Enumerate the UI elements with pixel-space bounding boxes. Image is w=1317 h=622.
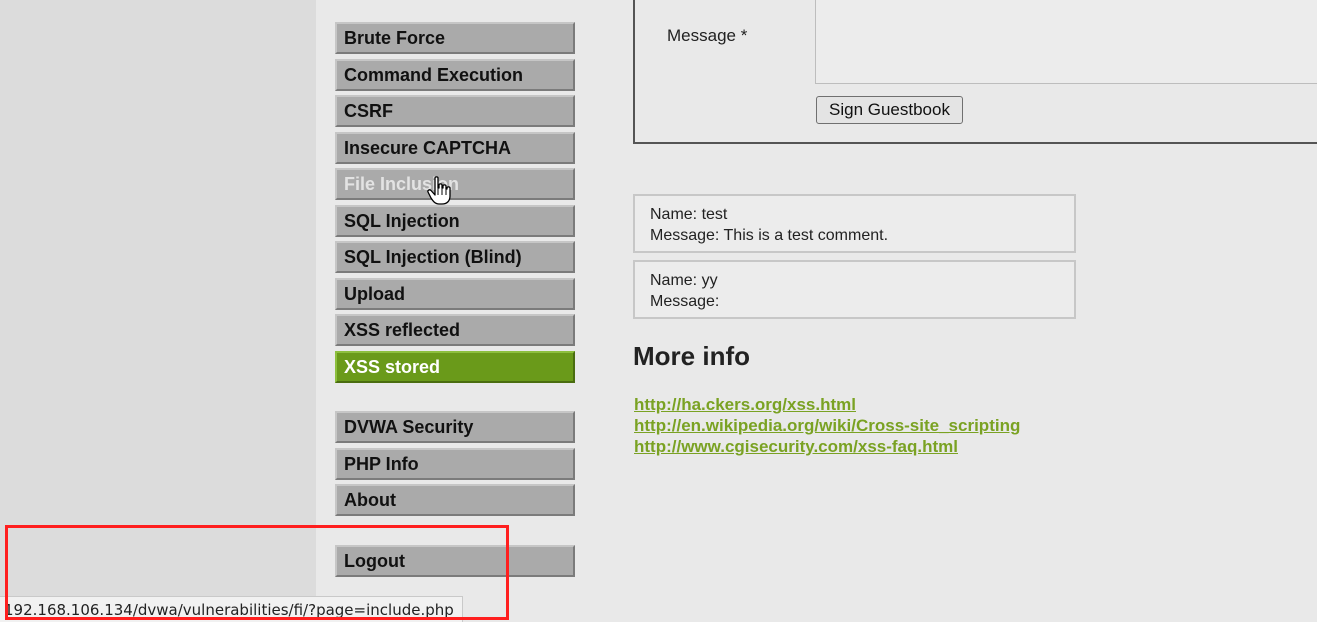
menu-item-xss-reflected[interactable]: XSS reflected <box>335 314 575 346</box>
message-textarea[interactable] <box>815 0 1317 84</box>
menu-item-insecure-captcha[interactable]: Insecure CAPTCHA <box>335 132 575 164</box>
message-label: Message * <box>667 26 748 45</box>
more-info-links: http://ha.ckers.org/xss.html http://en.w… <box>634 394 1020 457</box>
entry-message: Message: This is a test comment. <box>650 227 889 244</box>
menu-item-logout[interactable]: Logout <box>335 545 575 577</box>
entry-message: Message: <box>650 293 720 310</box>
more-info-heading: More info <box>633 341 750 371</box>
menu-item-xss-stored[interactable]: XSS stored <box>335 351 575 383</box>
menu-item-command-execution[interactable]: Command Execution <box>335 59 575 91</box>
link-wikipedia-xss[interactable]: http://en.wikipedia.org/wiki/Cross-site_… <box>634 415 1020 436</box>
menu-item-sql-injection[interactable]: SQL Injection <box>335 205 575 237</box>
sign-guestbook-button[interactable]: Sign Guestbook <box>816 96 963 124</box>
entry-name: Name: yy <box>650 272 718 289</box>
menu-item-file-inclusion[interactable]: File Inclusion <box>335 168 575 200</box>
link-ha-ckers[interactable]: http://ha.ckers.org/xss.html <box>634 394 1020 415</box>
menu-item-upload[interactable]: Upload <box>335 278 575 310</box>
menu-item-sql-injection-blind[interactable]: SQL Injection (Blind) <box>335 241 575 273</box>
link-cgisecurity[interactable]: http://www.cgisecurity.com/xss-faq.html <box>634 436 1020 457</box>
status-bar-url: 192.168.106.134/dvwa/vulnerabilities/fi/… <box>0 596 463 622</box>
menu-item-brute-force[interactable]: Brute Force <box>335 22 575 54</box>
guestbook-entry: Name: test Message: This is a test comme… <box>633 194 1076 253</box>
menu-item-dvwa-security[interactable]: DVWA Security <box>335 411 575 443</box>
page: Brute Force Command Execution CSRF Insec… <box>0 0 1317 622</box>
menu-item-php-info[interactable]: PHP Info <box>335 448 575 480</box>
entry-name: Name: test <box>650 206 728 223</box>
menu-item-about[interactable]: About <box>335 484 575 516</box>
guestbook-entry: Name: yy Message: <box>633 260 1076 319</box>
menu-item-csrf[interactable]: CSRF <box>335 95 575 127</box>
